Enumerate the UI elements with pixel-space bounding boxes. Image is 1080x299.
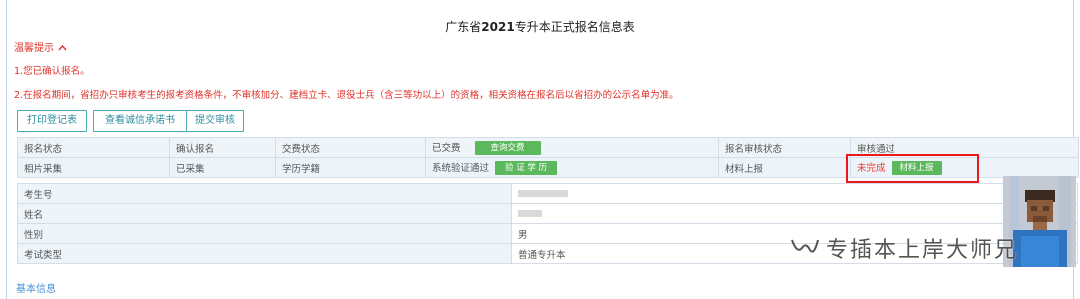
- info-label: 考试类型: [17, 243, 512, 264]
- info-label: 考生号: [17, 183, 512, 204]
- watermark-text: 专插本上岸大师兄: [826, 238, 1019, 263]
- redacted-value: [518, 190, 568, 197]
- photo-label: 相片采集: [17, 157, 170, 178]
- highlight-annotation-box: [846, 154, 979, 183]
- basic-info-section-link[interactable]: 基本信息: [16, 280, 56, 295]
- pay-status-value: 已交费: [432, 142, 461, 154]
- query-payment-button[interactable]: 查询交费: [474, 141, 541, 156]
- photo-value: 已采集: [169, 157, 276, 178]
- info-row: 考生号: [17, 183, 1078, 204]
- info-value: [511, 203, 1078, 224]
- reg-status-value: 确认报名: [169, 137, 276, 158]
- tip-qualification-note: 2.在报名期间，省招办只审核考生的报考资格条件，不审核加分、建档立卡、退役士兵（…: [14, 90, 679, 101]
- edu-label: 学历学籍: [275, 157, 426, 178]
- reg-status-label: 报名状态: [17, 137, 170, 158]
- pay-status-cell: 已交费 查询交费: [425, 137, 719, 158]
- tips-toggle[interactable]: 温馨提示: [14, 39, 67, 54]
- tip-confirmed: 1.您已确认报名。: [14, 66, 90, 77]
- info-label: 性别: [17, 223, 512, 244]
- edu-value: 系统验证通过: [432, 162, 490, 174]
- wechat-channel-icon: [790, 236, 820, 261]
- info-label: 姓名: [17, 203, 512, 224]
- material-label: 材料上报: [718, 157, 851, 178]
- edu-cell: 系统验证通过验 证 学 历: [425, 157, 719, 178]
- info-row: 姓名: [17, 203, 1078, 224]
- page-title: 广东省2021专升本正式报名信息表: [445, 20, 635, 34]
- chevron-up-icon: [58, 44, 67, 54]
- submit-review-button[interactable]: 提交审核: [186, 110, 244, 132]
- review-status-label: 报名审核状态: [718, 137, 851, 158]
- verify-education-button[interactable]: 验 证 学 历: [495, 161, 558, 176]
- pay-status-label: 交费状态: [275, 137, 426, 158]
- info-value: [511, 183, 1078, 204]
- watermark: 专插本上岸大师兄: [790, 233, 1018, 263]
- view-pledge-button[interactable]: 查看诚信承诺书: [93, 110, 187, 132]
- tips-toggle-label: 温馨提示: [14, 43, 54, 54]
- print-form-button[interactable]: 打印登记表: [17, 110, 87, 132]
- redacted-value: [518, 210, 542, 217]
